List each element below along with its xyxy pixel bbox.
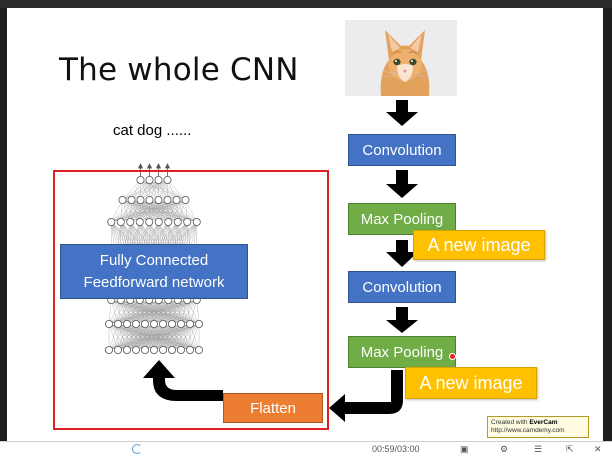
close-icon[interactable]: ✕ (594, 444, 602, 455)
flatten-to-fc-arrow-icon (143, 360, 223, 401)
watermark-prefix: Created with (491, 419, 528, 426)
fullscreen-icon[interactable]: ▣ (460, 444, 469, 455)
connector-to-flatten-arrow-icon (329, 370, 403, 422)
down-arrow-icon (386, 100, 418, 126)
expand-icon[interactable]: ⇱ (566, 444, 574, 455)
watermark-brand: EverCam (529, 419, 558, 426)
down-arrow-icon (386, 170, 418, 198)
new-image-callout-1: A new image (413, 230, 545, 260)
convolution-step-2: Convolution (348, 271, 456, 303)
playback-time: 00:59/03:00 (372, 444, 420, 454)
new-image-callout-2: A new image (405, 367, 537, 399)
evercam-watermark: Created with EverCam http://www.camdemy.… (487, 416, 589, 438)
convolution-step-1: Convolution (348, 134, 456, 166)
presentation-slide: The whole CNN cat dog ...... Fully Conne… (7, 8, 603, 441)
down-arrow-icon (386, 307, 418, 333)
flatten-step: Flatten (223, 393, 323, 423)
window-top-bar (0, 0, 612, 8)
player-status-bar: 00:59/03:00 ▣ ⚙ ☰ ⇱ ✕ (0, 441, 612, 456)
watermark-url: http://www.camdemy.com (491, 427, 565, 434)
menu-icon[interactable]: ☰ (534, 444, 542, 455)
pointer-cursor-icon (449, 353, 456, 360)
max-pooling-step-2: Max Pooling (348, 336, 456, 368)
loading-spinner-icon (132, 444, 142, 454)
settings-icon[interactable]: ⚙ (500, 444, 508, 455)
